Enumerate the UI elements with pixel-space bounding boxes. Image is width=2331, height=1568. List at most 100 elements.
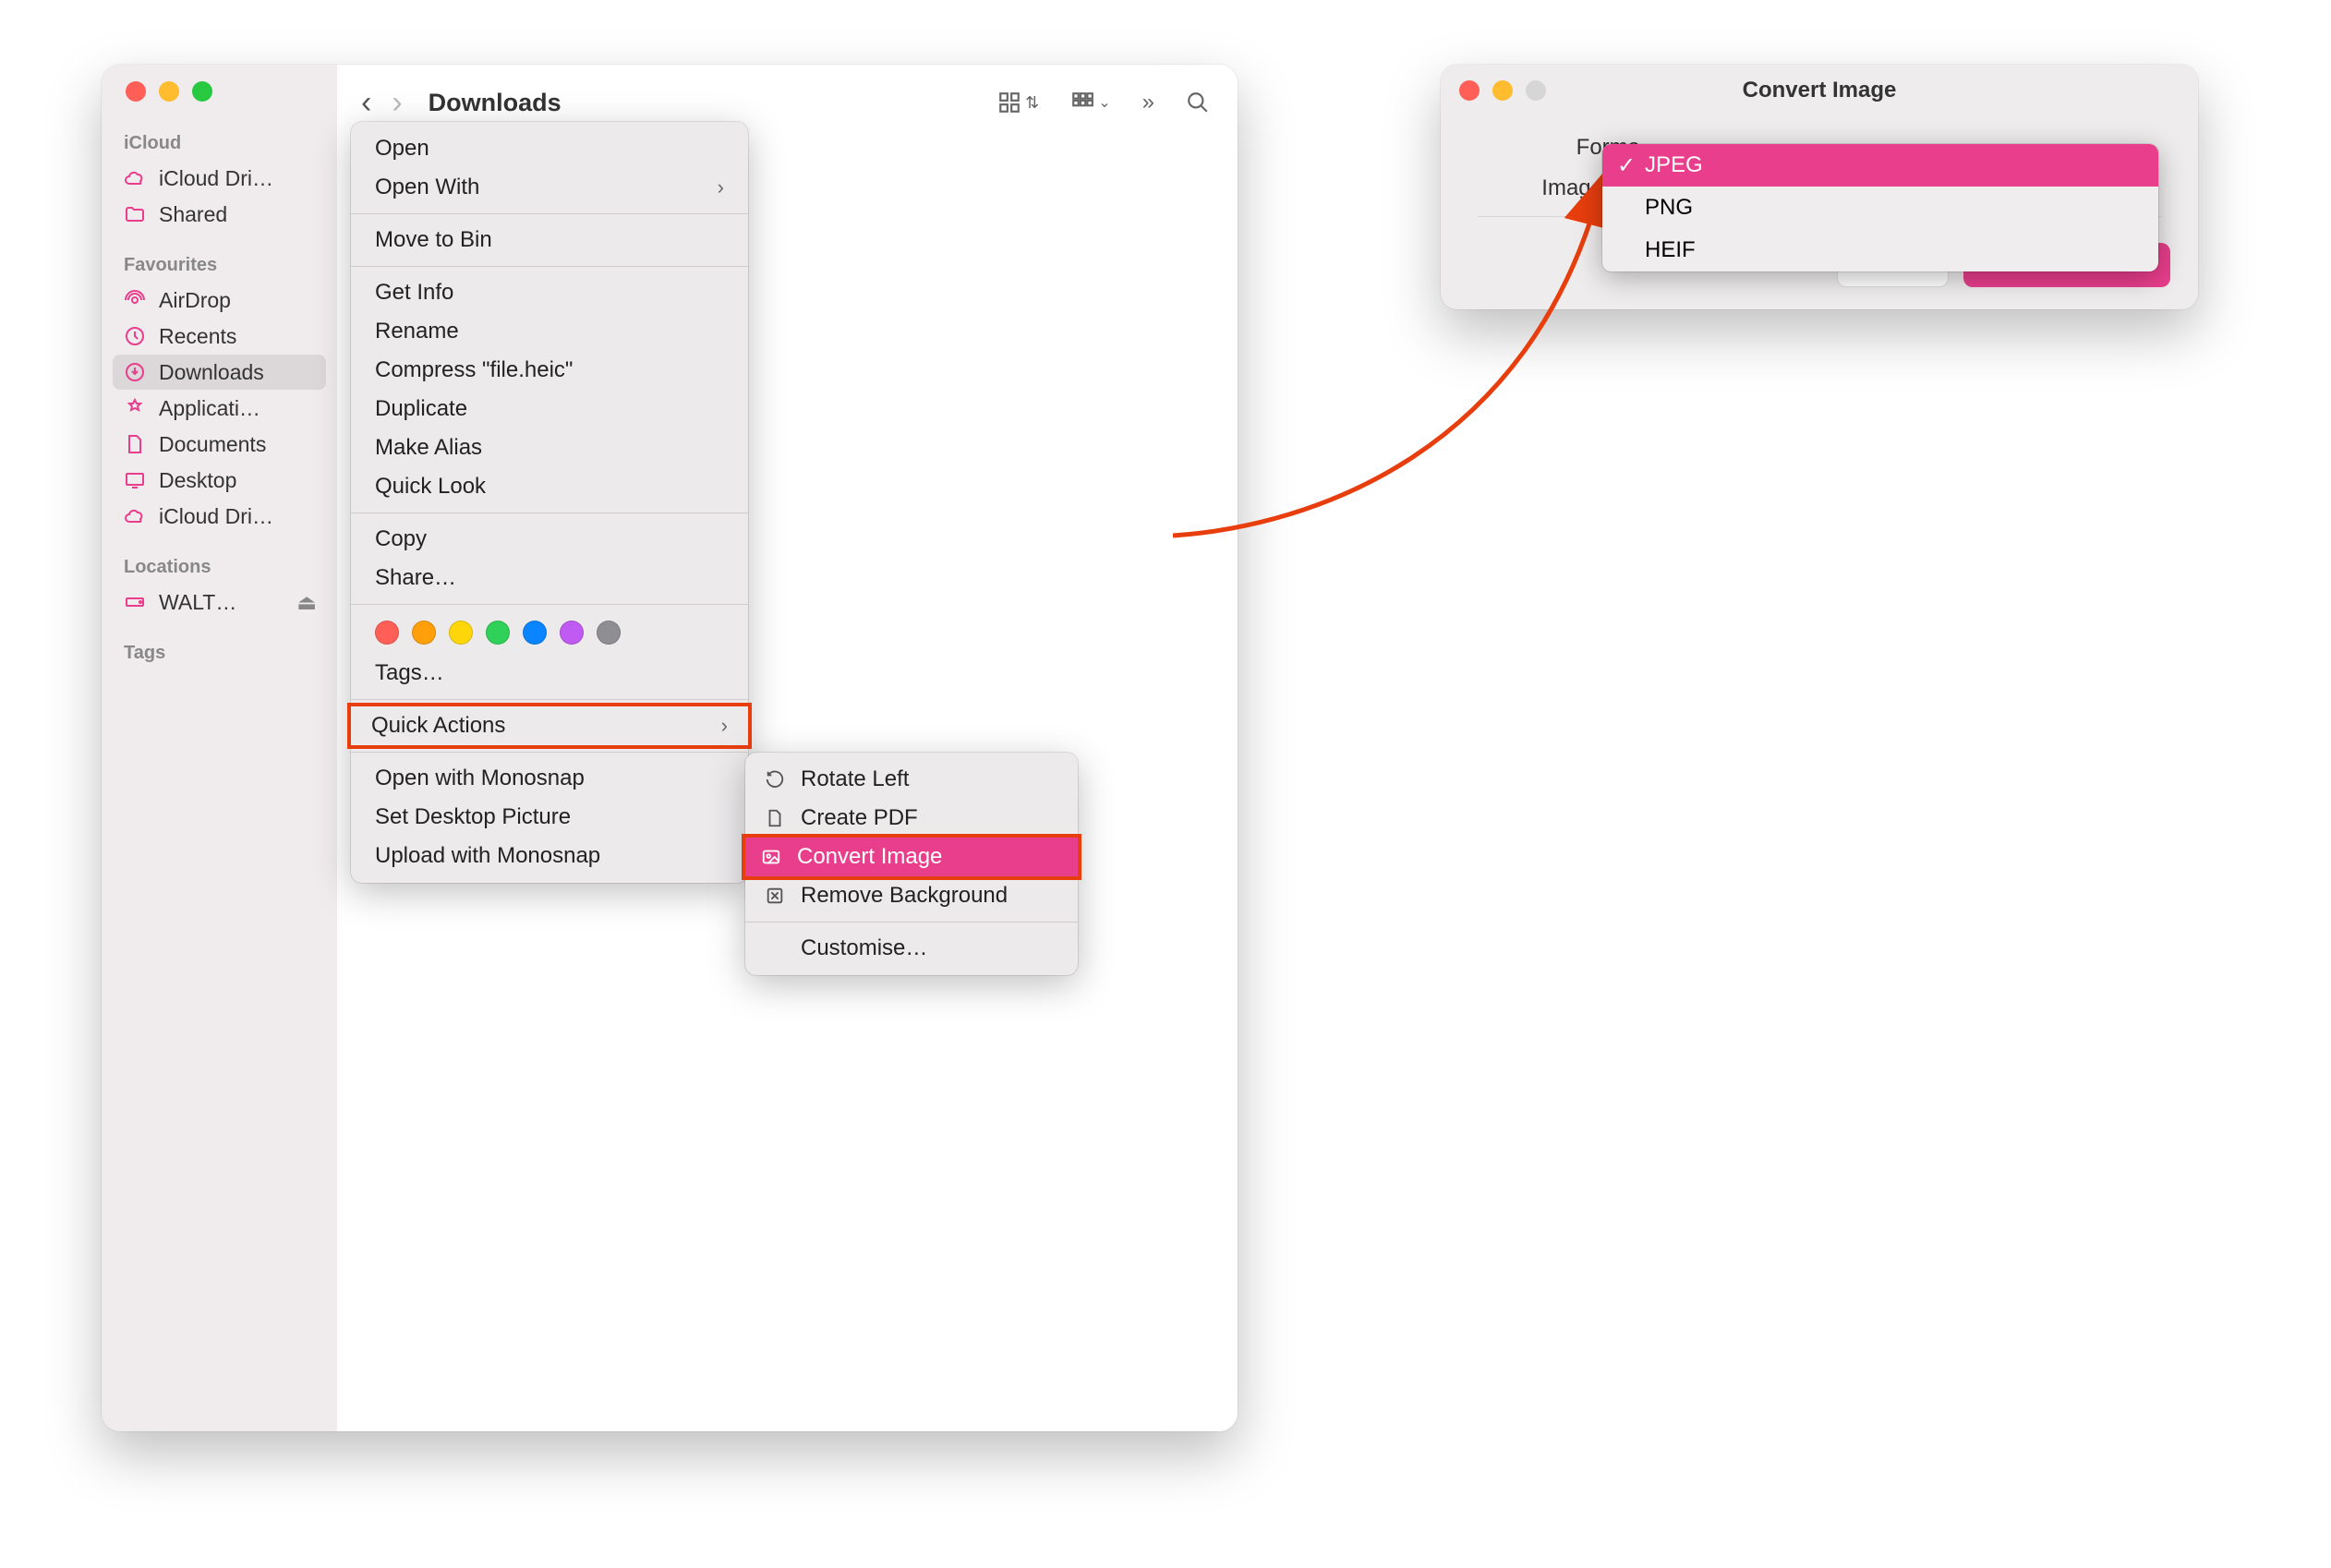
- submenu-label: Customise…: [801, 935, 927, 961]
- menu-move-to-bin[interactable]: Move to Bin: [351, 221, 748, 259]
- submenu-remove-background[interactable]: Remove Background: [745, 876, 1078, 915]
- document-icon: [762, 805, 788, 831]
- sidebar-item-icloud-drive-2[interactable]: iCloud Dri…: [113, 499, 326, 534]
- document-icon: [122, 431, 148, 457]
- search-button[interactable]: [1177, 85, 1219, 120]
- window-controls: [102, 81, 337, 127]
- sidebar-item-label: iCloud Dri…: [159, 504, 273, 529]
- menu-compress[interactable]: Compress "file.heic": [351, 351, 748, 390]
- menu-separator: [351, 266, 748, 267]
- close-window-button[interactable]: [126, 81, 146, 102]
- tag-green[interactable]: [486, 621, 510, 645]
- chevron-right-icon: ›: [721, 714, 728, 738]
- sidebar-item-label: Documents: [159, 432, 266, 457]
- submenu-label: Convert Image: [797, 844, 942, 870]
- apps-icon: [122, 395, 148, 421]
- tag-red[interactable]: [375, 621, 399, 645]
- dialog-title: Convert Image: [1441, 78, 2198, 103]
- airdrop-icon: [122, 287, 148, 313]
- sidebar-item-icloud-drive[interactable]: iCloud Dri…: [113, 161, 326, 196]
- dropdown-option-heif[interactable]: HEIF: [1602, 229, 2158, 271]
- sidebar-section-locations: Locations: [102, 551, 337, 584]
- sidebar-section-tags: Tags: [102, 637, 337, 669]
- menu-open[interactable]: Open: [351, 129, 748, 168]
- chevron-updown-icon: ⇅: [1025, 93, 1039, 113]
- menu-separator: [351, 699, 748, 700]
- tag-yellow[interactable]: [449, 621, 473, 645]
- quick-actions-submenu: Rotate Left Create PDF Convert Image Rem…: [745, 753, 1078, 975]
- sidebar-item-label: Recents: [159, 324, 236, 349]
- forward-button[interactable]: ›: [386, 85, 407, 121]
- menu-upload-monosnap[interactable]: Upload with Monosnap: [351, 837, 748, 875]
- menu-duplicate[interactable]: Duplicate: [351, 390, 748, 428]
- sidebar-item-downloads[interactable]: Downloads: [113, 355, 326, 390]
- view-icon-grid-button[interactable]: ⇅: [988, 85, 1048, 120]
- sidebar-section-icloud: iCloud: [102, 127, 337, 160]
- menu-rename[interactable]: Rename: [351, 312, 748, 351]
- submenu-label: Create PDF: [801, 805, 918, 831]
- menu-separator: [351, 213, 748, 214]
- menu-quick-look[interactable]: Quick Look: [351, 467, 748, 506]
- tag-blue[interactable]: [523, 621, 547, 645]
- group-button[interactable]: ⌄: [1061, 85, 1119, 120]
- sidebar-item-label: Desktop: [159, 468, 236, 493]
- drive-icon: [122, 589, 148, 615]
- sidebar-item-label: Shared: [159, 202, 227, 227]
- dropdown-option-png[interactable]: PNG: [1602, 187, 2158, 229]
- sidebar-item-walt-drive[interactable]: WALT… ⏏: [113, 585, 326, 620]
- tag-gray[interactable]: [597, 621, 621, 645]
- sidebar-item-shared[interactable]: Shared: [113, 197, 326, 232]
- dropdown-option-jpeg[interactable]: JPEG: [1602, 144, 2158, 187]
- tag-orange[interactable]: [412, 621, 436, 645]
- submenu-convert-image[interactable]: Convert Image: [742, 834, 1081, 880]
- menu-make-alias[interactable]: Make Alias: [351, 428, 748, 467]
- sidebar-item-label: Downloads: [159, 360, 264, 385]
- desktop-icon: [122, 467, 148, 493]
- maximize-window-button[interactable]: [192, 81, 212, 102]
- finder-sidebar: iCloud iCloud Dri… Shared Favourites Air…: [102, 65, 337, 1431]
- nav-arrows: ‹ ›: [356, 85, 408, 121]
- sidebar-item-desktop[interactable]: Desktop: [113, 463, 326, 498]
- tag-color-row: [351, 611, 748, 654]
- sidebar-section-favourites: Favourites: [102, 249, 337, 282]
- menu-tags[interactable]: Tags…: [351, 654, 748, 693]
- menu-open-monosnap[interactable]: Open with Monosnap: [351, 759, 748, 798]
- cloud-icon: [122, 503, 148, 529]
- menu-separator: [351, 604, 748, 605]
- back-button[interactable]: ‹: [356, 85, 377, 121]
- blank-icon: [762, 935, 788, 961]
- sidebar-item-label: AirDrop: [159, 288, 231, 313]
- submenu-label: Rotate Left: [801, 766, 909, 792]
- sidebar-item-documents[interactable]: Documents: [113, 427, 326, 462]
- minimize-window-button[interactable]: [159, 81, 179, 102]
- chevron-right-icon: ›: [718, 175, 724, 199]
- submenu-customise[interactable]: Customise…: [745, 929, 1078, 968]
- folder-shared-icon: [122, 201, 148, 227]
- sidebar-item-applications[interactable]: Applicati…: [113, 391, 326, 426]
- sidebar-item-airdrop[interactable]: AirDrop: [113, 283, 326, 318]
- submenu-create-pdf[interactable]: Create PDF: [745, 799, 1078, 838]
- menu-copy[interactable]: Copy: [351, 520, 748, 559]
- eject-icon[interactable]: ⏏: [296, 590, 317, 615]
- menu-open-with[interactable]: Open With›: [351, 168, 748, 207]
- menu-get-info[interactable]: Get Info: [351, 273, 748, 312]
- sidebar-item-recents[interactable]: Recents: [113, 319, 326, 354]
- tag-purple[interactable]: [560, 621, 584, 645]
- cloud-icon: [122, 165, 148, 191]
- menu-share[interactable]: Share…: [351, 559, 748, 597]
- location-title: Downloads: [429, 89, 562, 117]
- menu-separator: [351, 752, 748, 753]
- menu-quick-actions[interactable]: Quick Actions›: [347, 703, 752, 749]
- more-button[interactable]: »: [1133, 84, 1164, 121]
- menu-set-desktop-picture[interactable]: Set Desktop Picture: [351, 798, 748, 837]
- remove-bg-icon: [762, 883, 788, 909]
- context-menu: Open Open With› Move to Bin Get Info Ren…: [351, 122, 748, 883]
- download-icon: [122, 359, 148, 385]
- sidebar-item-label: Applicati…: [159, 396, 260, 421]
- clock-icon: [122, 323, 148, 349]
- menu-separator: [745, 922, 1078, 923]
- sidebar-item-label: iCloud Dri…: [159, 166, 273, 191]
- format-dropdown: JPEG PNG HEIF: [1602, 144, 2158, 271]
- sidebar-item-label: WALT…: [159, 590, 236, 615]
- submenu-rotate-left[interactable]: Rotate Left: [745, 760, 1078, 799]
